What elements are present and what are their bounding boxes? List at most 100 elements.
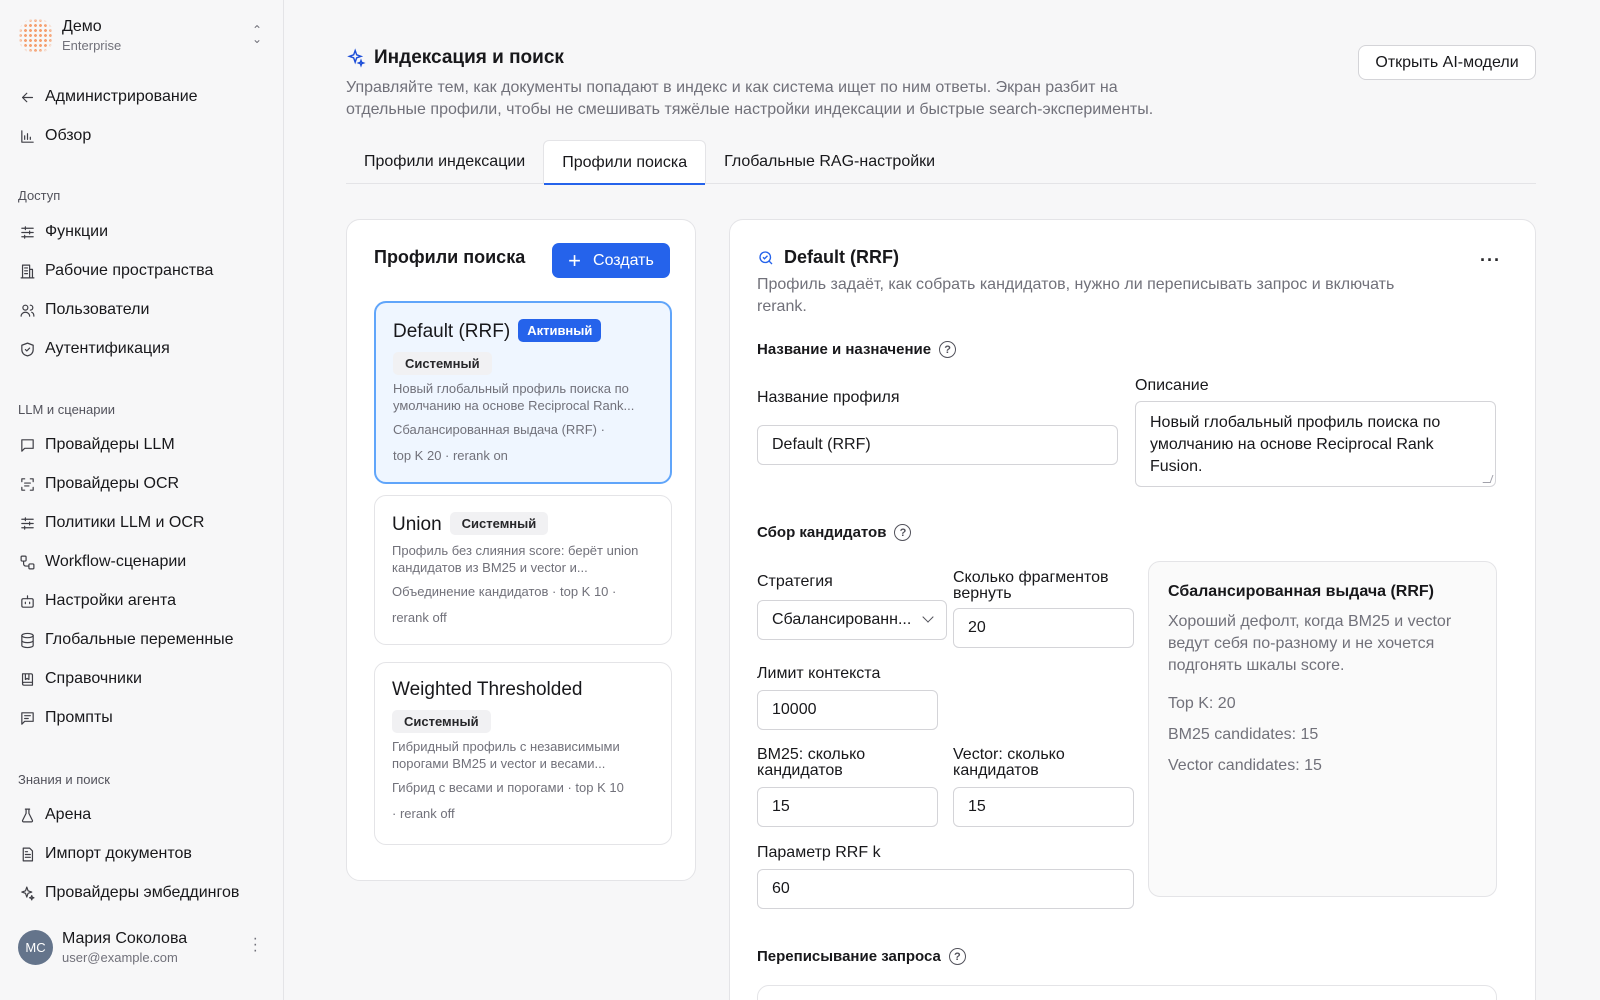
nav-users[interactable]: Пользователи <box>18 296 268 324</box>
nav-llm-ocr-policies[interactable]: Политики LLM и OCR <box>18 509 268 537</box>
nav-label: Промпты <box>45 709 113 726</box>
nav-workspaces[interactable]: Рабочие пространства <box>18 257 268 285</box>
nav-doc-import[interactable]: Импорт документов <box>18 840 268 868</box>
nav-label: Workflow-сценарии <box>45 553 187 570</box>
shield-icon <box>18 340 36 358</box>
section-title: Знания и поиск <box>18 772 110 787</box>
avatar: МС <box>18 930 53 965</box>
nav-arena[interactable]: Арена <box>18 801 268 829</box>
profile-meta-2: rerank off <box>392 610 447 625</box>
database-icon <box>18 631 36 649</box>
rrf-k-label: Параметр RRF k <box>757 844 881 861</box>
help-icon[interactable]: ? <box>894 524 912 541</box>
page-title: Индексация и поиск <box>346 47 564 69</box>
nav-functions[interactable]: Функции <box>18 218 268 246</box>
user-name: Мария Соколова <box>62 930 188 947</box>
nav-prompts[interactable]: Промпты <box>18 704 268 732</box>
scan-text-icon <box>18 475 36 493</box>
bm25-candidates-label: BM25: сколько кандидатов <box>757 746 866 779</box>
nav-label: Справочники <box>45 670 142 687</box>
section-name-purpose: Название и назначение? <box>757 341 957 358</box>
strategy-select[interactable]: Сбалансированн... <box>757 600 947 640</box>
context-limit-input[interactable]: 10000 <box>757 690 938 730</box>
nav-label: Пользователи <box>45 301 150 318</box>
org-plan: Enterprise <box>62 38 122 53</box>
book-icon <box>18 670 36 688</box>
nav-overview[interactable]: Обзор <box>18 122 268 150</box>
profile-meta-1: Объединение кандидатов · top K 10 · <box>392 584 617 599</box>
profiles-panel: Профили поиска + Создать Default (RRF) Ак… <box>346 219 696 881</box>
main-content: Индексация и поиск Управляйте тем, как д… <box>284 0 1600 1000</box>
section-title: LLM и сценарии <box>18 402 115 417</box>
profile-card-weighted[interactable]: Weighted Thresholded Системный Гибридный… <box>374 662 672 845</box>
nav-ocr-providers[interactable]: Провайдеры OCR <box>18 470 268 498</box>
fragments-input[interactable]: 20 <box>953 608 1134 648</box>
profile-meta-2: top K 20 · rerank on <box>393 448 508 463</box>
nav-back-admin[interactable]: Администрирование <box>18 83 268 111</box>
query-rewrite-card <box>757 985 1497 1000</box>
nav-global-vars[interactable]: Глобальные переменные <box>18 626 268 654</box>
bm25-candidates-input[interactable]: 15 <box>757 787 938 827</box>
flask-icon <box>18 806 36 824</box>
nav-label: Обзор <box>45 127 92 144</box>
profile-meta-2: · rerank off <box>392 806 455 821</box>
rrf-k-input[interactable]: 60 <box>757 869 1134 909</box>
profile-name: Union <box>392 514 442 535</box>
detail-description: Профиль задаёт, как собрать кандидатов, … <box>757 276 1395 315</box>
sparkles-icon <box>18 884 36 902</box>
org-logo <box>18 18 54 54</box>
nav-auth[interactable]: Аутентификация <box>18 335 268 363</box>
create-profile-button[interactable]: + Создать <box>552 243 670 278</box>
profile-card-default[interactable]: Default (RRF) Активный Системный Новый гл… <box>374 301 672 484</box>
vector-candidates-label: Vector: сколько кандидатов <box>953 746 1065 779</box>
nav-dictionaries[interactable]: Справочники <box>18 665 268 693</box>
page-description: Управляйте тем, как документы попадают в… <box>346 79 1154 118</box>
nav-agent-settings[interactable]: Настройки агента <box>18 587 268 615</box>
strategy-label: Стратегия <box>757 573 833 590</box>
open-ai-models-button[interactable]: Открыть AI-модели <box>1358 45 1536 80</box>
help-icon[interactable]: ? <box>948 948 966 965</box>
strategy-value: Сбалансированн... <box>772 611 912 628</box>
bot-icon <box>18 592 36 610</box>
section-query-rewrite: Переписывание запроса? <box>757 948 966 965</box>
tab-search-profiles[interactable]: Профили поиска <box>543 140 707 185</box>
search-check-icon <box>759 250 773 264</box>
bar-chart-icon <box>18 127 36 145</box>
profile-description: Новый глобальный профиль поиска по умолч… <box>393 381 635 413</box>
detail-title-text: Default (RRF) <box>784 247 899 267</box>
section-title: Доступ <box>18 188 61 203</box>
more-vertical-icon[interactable]: · · · <box>253 931 258 959</box>
profile-description: Профиль без слияния score: берёт union к… <box>392 543 639 575</box>
section-title: Сбор кандидатов <box>757 524 887 541</box>
info-bm25: BM25 candidates: 15 <box>1168 726 1319 743</box>
context-limit-label: Лимит контекста <box>757 665 881 682</box>
help-icon[interactable]: ? <box>939 341 957 358</box>
vector-candidates-input[interactable]: 15 <box>953 787 1134 827</box>
nav-embedding-providers[interactable]: Провайдеры эмбеддингов <box>18 879 268 907</box>
profile-name-input[interactable]: Default (RRF) <box>757 425 1118 465</box>
section-title: Переписывание запроса <box>757 948 941 965</box>
info-description: Хороший дефолт, когда BM25 и vector веду… <box>1168 613 1452 674</box>
nav-workflows[interactable]: Workflow-сценарии <box>18 548 268 576</box>
plus-icon: + <box>568 247 582 273</box>
info-vector: Vector candidates: 15 <box>1168 757 1322 774</box>
org-switcher[interactable]: Демо Enterprise ⌃ ⌄ <box>18 16 268 56</box>
system-badge: Системный <box>393 352 492 375</box>
profile-card-union[interactable]: Union Системный Профиль без слияния score… <box>374 495 672 645</box>
tab-global-rag[interactable]: Глобальные RAG-настройки <box>706 140 953 184</box>
profiles-title: Профили поиска <box>374 247 526 267</box>
nav-label: Функции <box>45 223 109 240</box>
sliders-icon <box>18 514 36 532</box>
nav-llm-providers[interactable]: Провайдеры LLM <box>18 431 268 459</box>
active-badge: Активный <box>518 319 602 342</box>
message-text-icon <box>18 709 36 727</box>
more-horizontal-icon[interactable]: ··· <box>1480 250 1501 271</box>
sidebar: Демо Enterprise ⌃ ⌄ Администрирование Обз… <box>0 0 284 1000</box>
profile-name: Default (RRF) <box>393 321 511 342</box>
description-textarea[interactable]: Новый глобальный профиль поиска по умолч… <box>1135 401 1496 487</box>
section-candidates: Сбор кандидатов? <box>757 524 912 541</box>
user-menu[interactable]: МС Мария Соколова user@example.com · · · <box>18 928 268 968</box>
building-icon <box>18 262 36 280</box>
description-label: Описание <box>1135 377 1209 394</box>
tab-indexing-profiles[interactable]: Профили индексации <box>346 140 543 184</box>
